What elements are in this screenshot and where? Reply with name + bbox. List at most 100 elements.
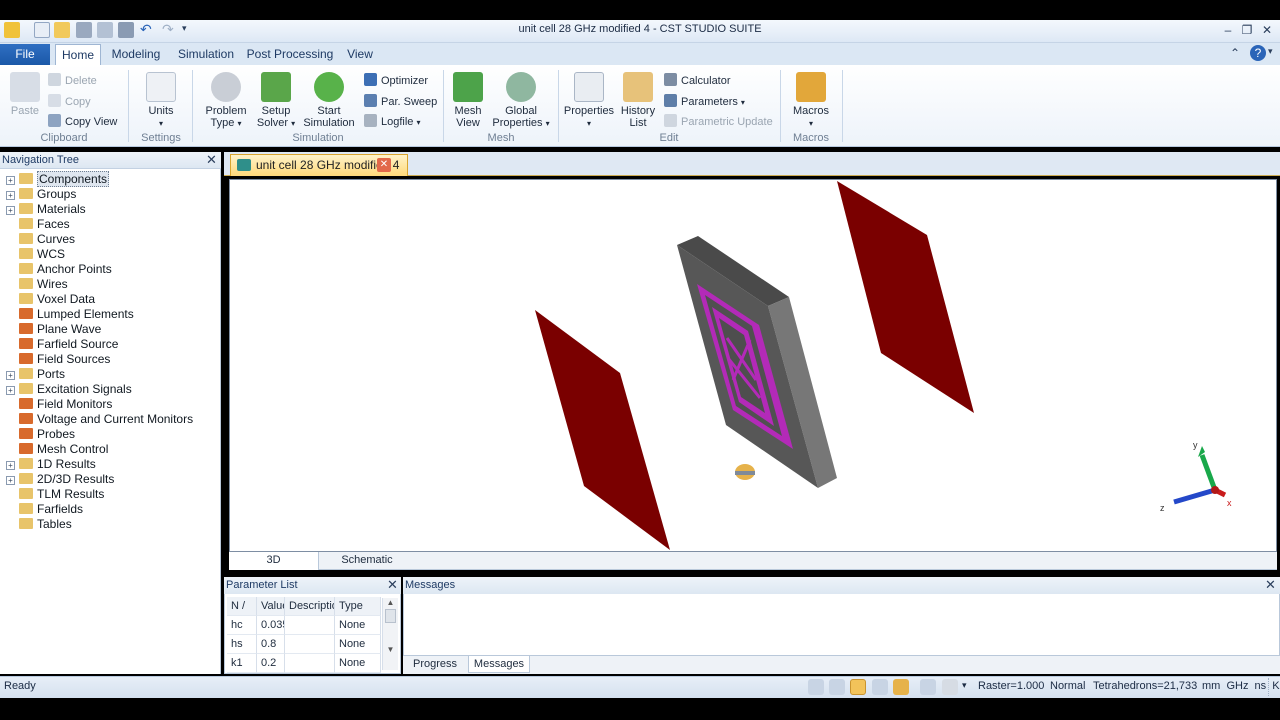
rotate-icon[interactable]: [850, 679, 866, 695]
expand-icon[interactable]: +: [6, 461, 15, 470]
problem-type-button[interactable]: Problem Type ▾: [202, 72, 250, 130]
tab-view[interactable]: View: [340, 44, 380, 66]
tab-progress[interactable]: Progress: [405, 656, 465, 673]
table-cell[interactable]: [285, 654, 335, 673]
view-cube-icon[interactable]: [942, 679, 958, 695]
paste-button[interactable]: Paste: [8, 72, 42, 117]
column-header[interactable]: Descriptio: [285, 597, 335, 616]
tree-item[interactable]: Voxel Data: [6, 292, 95, 307]
tree-item[interactable]: Tables: [6, 517, 72, 532]
tab-schematic[interactable]: Schematic: [319, 552, 415, 570]
3d-scene[interactable]: y z x: [230, 180, 1276, 551]
mesh-view-button[interactable]: Mesh View: [450, 72, 486, 129]
pan-icon[interactable]: [829, 679, 845, 695]
history-list-button[interactable]: History List: [618, 72, 658, 129]
expand-icon[interactable]: +: [6, 371, 15, 380]
tree-item[interactable]: +2D/3D Results: [6, 472, 114, 487]
column-header[interactable]: Type: [335, 597, 381, 616]
parameter-list-scrollbar[interactable]: ▲ ▼: [382, 598, 398, 670]
tree-item[interactable]: Faces: [6, 217, 70, 232]
column-header[interactable]: Value: [257, 597, 285, 616]
table-cell[interactable]: None: [335, 635, 381, 654]
optimizer-button[interactable]: Optimizer: [364, 73, 428, 88]
tree-item[interactable]: +1D Results: [6, 457, 96, 472]
par-sweep-button[interactable]: Par. Sweep: [364, 94, 437, 109]
expand-icon[interactable]: +: [6, 206, 15, 215]
document-tab[interactable]: unit cell 28 GHz modified 4 ✕: [230, 154, 408, 176]
fit-view-icon[interactable]: [920, 679, 936, 695]
column-header[interactable]: N /: [227, 597, 257, 616]
table-cell[interactable]: 0.8: [257, 635, 285, 654]
tree-item[interactable]: + Excitation Signals: [6, 382, 132, 397]
close-nav-tree-icon[interactable]: ✕: [206, 152, 217, 168]
parametric-update-button[interactable]: Parametric Update: [664, 114, 773, 129]
tree-item[interactable]: Field Sources: [6, 352, 110, 367]
table-cell[interactable]: [285, 616, 335, 635]
copy-view-button[interactable]: Copy View: [48, 114, 117, 129]
expand-icon[interactable]: +: [6, 176, 15, 185]
ribbon-collapse-icon[interactable]: ⌃: [1230, 46, 1240, 60]
close-document-icon[interactable]: ✕: [377, 158, 391, 172]
light-icon[interactable]: [735, 464, 755, 480]
copy-button[interactable]: Copy: [48, 94, 91, 109]
properties-button[interactable]: Properties ▾: [562, 72, 616, 130]
macros-button[interactable]: Macros ▾: [788, 72, 834, 130]
tab-modeling[interactable]: Modeling: [106, 44, 166, 66]
table-cell[interactable]: hc: [227, 616, 257, 635]
minimize-icon[interactable]: –: [1220, 22, 1236, 38]
tree-item[interactable]: Voltage and Current Monitors: [6, 412, 193, 427]
calculator-button[interactable]: Calculator: [664, 73, 731, 88]
tab-messages[interactable]: Messages: [468, 656, 530, 673]
tree-item[interactable]: + Components: [6, 171, 110, 187]
scroll-thumb[interactable]: [385, 609, 396, 623]
tree-item[interactable]: Lumped Elements: [6, 307, 134, 322]
zoom-icon[interactable]: [808, 679, 824, 695]
tree-item[interactable]: Curves: [6, 232, 75, 247]
tree-item[interactable]: Anchor Points: [6, 262, 112, 277]
tree-item[interactable]: WCS: [6, 247, 65, 262]
table-cell[interactable]: 0.035: [257, 616, 285, 635]
tree-item[interactable]: Probes: [6, 427, 75, 442]
tab-simulation[interactable]: Simulation: [172, 44, 240, 66]
tree-item[interactable]: TLM Results: [6, 487, 104, 502]
help-dropdown-icon[interactable]: ▾: [1268, 46, 1273, 57]
tree-item[interactable]: + Materials: [6, 202, 86, 217]
tab-3d[interactable]: 3D: [229, 552, 319, 570]
delete-button[interactable]: Delete: [48, 73, 97, 88]
reset-view-icon[interactable]: [893, 679, 909, 695]
tree-item[interactable]: Field Monitors: [6, 397, 112, 412]
tab-post-processing[interactable]: Post Processing: [246, 44, 334, 66]
table-cell[interactable]: None: [335, 616, 381, 635]
close-parameter-list-icon[interactable]: ✕: [387, 577, 398, 593]
start-simulation-button[interactable]: Start Simulation: [300, 72, 358, 129]
table-cell[interactable]: k1: [227, 654, 257, 673]
tree-item[interactable]: Farfield Source: [6, 337, 118, 352]
expand-icon[interactable]: +: [6, 386, 15, 395]
zoom-in-icon[interactable]: [872, 679, 888, 695]
tab-home[interactable]: Home: [55, 44, 101, 66]
expand-icon[interactable]: +: [6, 191, 15, 200]
table-cell[interactable]: 0.2: [257, 654, 285, 673]
resize-grip[interactable]: [1268, 678, 1278, 696]
restore-icon[interactable]: ❐: [1239, 22, 1255, 38]
global-properties-button[interactable]: Global Properties ▾: [490, 72, 552, 130]
table-cell[interactable]: hs: [227, 635, 257, 654]
units-button[interactable]: Units ▾: [140, 72, 182, 130]
tab-file[interactable]: File: [0, 44, 50, 65]
close-messages-icon[interactable]: ✕: [1265, 577, 1276, 593]
port-plane-right[interactable]: [837, 181, 974, 413]
tree-item[interactable]: Mesh Control: [6, 442, 108, 457]
logfile-button[interactable]: Logfile ▾: [364, 114, 421, 130]
tree-item[interactable]: Farfields: [6, 502, 83, 517]
view-options-dropdown-icon[interactable]: ▾: [962, 680, 967, 691]
port-plane-left[interactable]: [535, 310, 670, 550]
table-cell[interactable]: [285, 635, 335, 654]
setup-solver-button[interactable]: Setup Solver ▾: [254, 72, 298, 130]
parameters-button[interactable]: Parameters ▾: [664, 94, 745, 110]
tree-item[interactable]: Wires: [6, 277, 68, 292]
tree-item[interactable]: + Groups: [6, 187, 76, 202]
3d-viewport[interactable]: y z x: [229, 179, 1277, 552]
close-window-icon[interactable]: ✕: [1259, 22, 1275, 38]
tree-item[interactable]: + Ports: [6, 367, 65, 382]
expand-icon[interactable]: +: [6, 476, 15, 485]
